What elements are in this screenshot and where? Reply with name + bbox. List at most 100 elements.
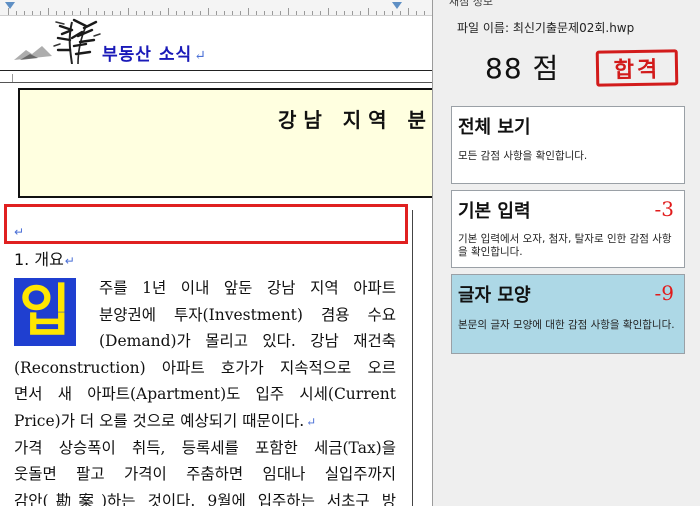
ruler-tick [288,8,289,15]
file-name-label: 파일 이름: 최신기출문제02회.hwp [457,21,635,35]
ruler-tick [200,11,201,15]
grading-panel: 채점 정보 파일 이름: 최신기출문제02회.hwp 88 점 합격 전체 보기… [432,0,700,506]
paragraph-mark-icon: ↵ [14,225,25,239]
ruler-tick [48,8,49,15]
ruler-tick [8,8,9,15]
card-deduction: -9 [654,281,674,305]
total-score: 88 점 [485,52,560,85]
ruler-tick [312,11,313,15]
panel-title: 채점 정보 [449,0,493,8]
header-rule [0,70,432,71]
ruler-tick [64,11,65,15]
ruler-tick [120,11,121,15]
ruler-tick [408,8,409,15]
paragraph-mark-icon: ↵ [306,415,317,429]
card-deduction: -3 [654,197,674,221]
header-title-text: 부동산 소식 [102,45,193,65]
card-description: 기본 입력에서 오자, 첨자, 탈자로 인한 감점 사항을 확인합니다. [458,233,672,258]
ruler-tick [72,11,73,15]
ruler-tick [216,11,217,15]
ruler-tick [104,11,105,15]
ruler-tick [416,11,417,15]
ruler-tick [424,11,425,15]
ruler-tick [96,11,97,15]
body-text-line: 주를 1년 이내 앞둔 강남 지역 아파트 [99,279,396,297]
ruler-tick [112,11,113,15]
ruler-tick [360,11,361,15]
ruler-tick [152,11,153,15]
card-basic-input[interactable]: 기본 입력 -3 기본 입력에서 오자, 첨자, 탈자로 인한 감점 사항을 확… [451,190,685,268]
ruler-tick [264,11,265,15]
ruler-tick [128,8,129,15]
ruler-tick [344,11,345,15]
ruler-tick [80,11,81,15]
ruler-tick [40,11,41,15]
ruler-marker-icon[interactable] [5,2,15,9]
ruler-tick [320,11,321,15]
body-text-line: 가격 상승폭이 취득, 등록세를 포함한 세금(Tax)을 [14,438,396,457]
ruler-tick [136,11,137,15]
ruler-tick [240,11,241,15]
paragraph-mark-icon: ↵ [194,48,207,64]
ruler-tick [224,11,225,15]
ruler-tick [376,11,377,15]
ruler-tick [368,8,369,15]
ruler-tick [184,11,185,15]
body-text-line: Price)가 더 오를 것으로 예상되기 때문이다. ↵ [14,412,317,430]
error-highlight-frame [4,204,408,244]
ruler-tick [176,11,177,15]
paragraph-mark-icon: ↵ [64,254,75,268]
section-heading: 1. 개요↵ [14,246,75,270]
card-title: 기본 입력 [458,201,531,222]
ruler-tick [392,11,393,15]
ruler-tick [168,8,169,15]
card-font-style[interactable]: 글자 모양 -9 본문의 글자 모양에 대한 감점 사항을 확인합니다. [451,274,685,354]
ruler-tick [208,8,209,15]
ruler-tick [384,11,385,15]
ruler-tick [24,11,25,15]
ruler-tick [328,8,329,15]
drop-cap: 입 [14,278,76,346]
title-box[interactable]: 강남 지역 분 [18,88,432,198]
ruler-tick [32,11,33,15]
ruler-tick [88,8,89,15]
title-box-text: 강남 지역 분 [278,108,432,132]
document-page[interactable]: 부동산 소식 ↵ 강남 지역 분 ↵ 1. 개요↵ 입 주를 1년 이내 앞둔 강… [0,0,432,506]
body-text-line: (Demand)가 몰리고 있다. 강남 재건축 [99,332,396,351]
card-view-all[interactable]: 전체 보기 모든 감점 사항을 확인합니다. [451,106,685,184]
grading-summary: 채점 정보 파일 이름: 최신기출문제02회.hwp 88 점 합격 [433,0,700,100]
body-text-line: 면서 새 아파트(Apartment)도 입주 시세(Current [14,385,396,404]
bamboo-landscape-icon [14,18,101,64]
card-description: 본문의 글자 모양에 대한 감점 사항을 확인합니다. [458,319,675,331]
ruler-tick [272,11,273,15]
header-rule-lower [0,82,432,83]
ruler-tick [248,8,249,15]
ruler-marker-icon[interactable] [392,2,402,9]
ruler-tick [256,11,257,15]
ruler-tick [296,11,297,15]
ruler-tick [56,11,57,15]
ruler-tick [352,11,353,15]
body-text-line: 분양권에 투자(Investment) 겸용 수요 [99,305,396,324]
body-text-line: 감안(勘案)하는 것이다. 9월에 입주하는 서초구 방 [14,491,396,506]
horizontal-ruler[interactable] [0,0,432,16]
ruler-tick [160,11,161,15]
ruler-tick [232,11,233,15]
ruler-tick [304,11,305,15]
ruler-tick [16,11,17,15]
pass-stamp-text: 합격 [613,57,661,84]
ruler-tick [400,11,401,15]
card-title: 글자 모양 [458,285,531,306]
column-divider [412,210,413,506]
drop-cap-letter: 입 [19,279,71,344]
ruler-tick [280,11,281,15]
ruler-tick [336,11,337,15]
ruler-tick [144,11,145,15]
pass-stamp: 합격 [595,49,679,87]
ruler-tick [192,11,193,15]
card-description: 모든 감점 사항을 확인합니다. [458,150,588,162]
body-text-line: (Reconstruction) 아파트 호가가 지속적으로 오르 [14,358,396,377]
card-title: 전체 보기 [458,117,531,138]
section-heading-text: 1. 개요 [14,250,64,269]
body-text-line: 웃돌면 팔고 가격이 주춤하면 임대나 실입주까지 [14,465,396,484]
